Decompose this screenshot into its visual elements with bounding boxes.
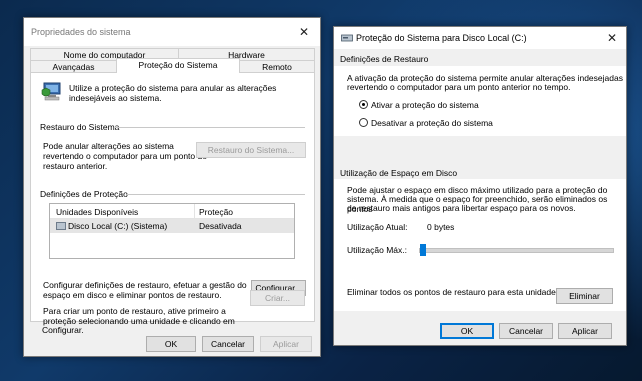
current-usage-value: 0 bytes xyxy=(427,222,455,232)
disk-usage-panel: Pode ajustar o espaço em disco máximo ut… xyxy=(334,179,626,311)
cancel-button[interactable]: Cancelar xyxy=(499,323,553,339)
apply-button[interactable]: Aplicar xyxy=(260,336,312,352)
protection-section-divider xyxy=(127,194,305,195)
enable-protection-radio[interactable] xyxy=(359,100,368,109)
restore-text-line-1: Pode anular alterações ao sistema xyxy=(43,141,174,151)
dialog-title: Proteção do Sistema para Disco Local (C:… xyxy=(356,33,527,43)
ok-button[interactable]: OK xyxy=(146,336,196,352)
cancel-button[interactable]: Cancelar xyxy=(202,336,254,352)
table-row[interactable]: Disco Local (C:) (Sistema) Desativada xyxy=(50,219,294,233)
drive-protection-status: Desativada xyxy=(199,221,242,231)
delete-text: Eliminar todos os pontos de restauro par… xyxy=(347,287,559,297)
system-protection-dialog: Proteção do Sistema para Disco Local (C:… xyxy=(333,26,627,346)
create-text-line-3: Configurar. xyxy=(42,325,84,335)
max-usage-slider-thumb[interactable] xyxy=(420,244,426,256)
tab-system-protection[interactable]: Proteção do Sistema xyxy=(116,58,240,73)
tab-panel: Utilize a proteção do sistema para anula… xyxy=(30,72,315,326)
close-icon[interactable]: ✕ xyxy=(294,23,314,41)
disable-protection-label[interactable]: Desativar a proteção do sistema xyxy=(371,118,493,128)
computer-shield-icon xyxy=(41,82,61,101)
title-bar[interactable]: Propriedades do sistema ✕ xyxy=(24,18,320,46)
drives-table: Unidades Disponíveis Proteção Disco Loca… xyxy=(49,203,295,259)
table-header: Unidades Disponíveis Proteção xyxy=(50,204,294,219)
restore-settings-panel: A ativação da proteção do sistema permit… xyxy=(334,66,626,136)
column-divider xyxy=(194,204,195,218)
restore-section-divider xyxy=(115,127,305,128)
restore-text-line-2: revertendo o computador para um ponto de xyxy=(43,151,207,161)
system-properties-window: Propriedades do sistema ✕ Nome do comput… xyxy=(23,17,321,357)
configure-text-line-2: espaço em disco e eliminar pontos de res… xyxy=(43,290,222,300)
protection-section-title: Definições de Proteção xyxy=(40,189,128,199)
intro-text-line-1: Utilize a proteção do sistema para anula… xyxy=(69,83,277,93)
disable-protection-radio[interactable] xyxy=(359,118,368,127)
title-bar[interactable]: Proteção do Sistema para Disco Local (C:… xyxy=(334,27,626,49)
disk-text-line-3: de restauro mais antigos para libertar e… xyxy=(347,203,576,213)
restore-settings-title: Definições de Restauro xyxy=(340,54,429,64)
drive-protection-icon xyxy=(341,34,353,42)
create-button[interactable]: Criar... xyxy=(250,290,305,306)
close-icon[interactable]: ✕ xyxy=(602,29,622,47)
max-usage-label: Utilização Máx.: xyxy=(347,245,407,255)
restore-text-line-3: restauro anterior. xyxy=(43,161,108,171)
create-text-line-1: Para criar um ponto de restauro, ative p… xyxy=(43,306,226,316)
intro-text-line-2: indesejáveis ao sistema. xyxy=(69,93,162,103)
disk-usage-title: Utilização de Espaço em Disco xyxy=(340,168,458,178)
max-usage-slider-track[interactable] xyxy=(419,248,614,253)
hard-drive-icon xyxy=(56,222,66,230)
restore-section-title: Restauro do Sistema xyxy=(40,122,120,132)
system-restore-button[interactable]: Restauro do Sistema... xyxy=(196,142,306,158)
window-title: Propriedades do sistema xyxy=(31,27,131,37)
current-usage-label: Utilização Atual: xyxy=(347,222,408,232)
delete-button[interactable]: Eliminar xyxy=(556,288,613,304)
ok-button[interactable]: OK xyxy=(440,323,494,339)
column-header-drives[interactable]: Unidades Disponíveis xyxy=(56,207,138,217)
enable-protection-label[interactable]: Ativar a proteção do sistema xyxy=(371,100,479,110)
configure-text-line-1: Configurar definições de restauro, efetu… xyxy=(43,280,247,290)
drive-name: Disco Local (C:) (Sistema) xyxy=(68,221,168,231)
apply-button[interactable]: Aplicar xyxy=(558,323,612,339)
restore-settings-text-line-2: revertendo o computador para um ponto an… xyxy=(347,82,571,92)
column-header-protection[interactable]: Proteção xyxy=(199,207,233,217)
